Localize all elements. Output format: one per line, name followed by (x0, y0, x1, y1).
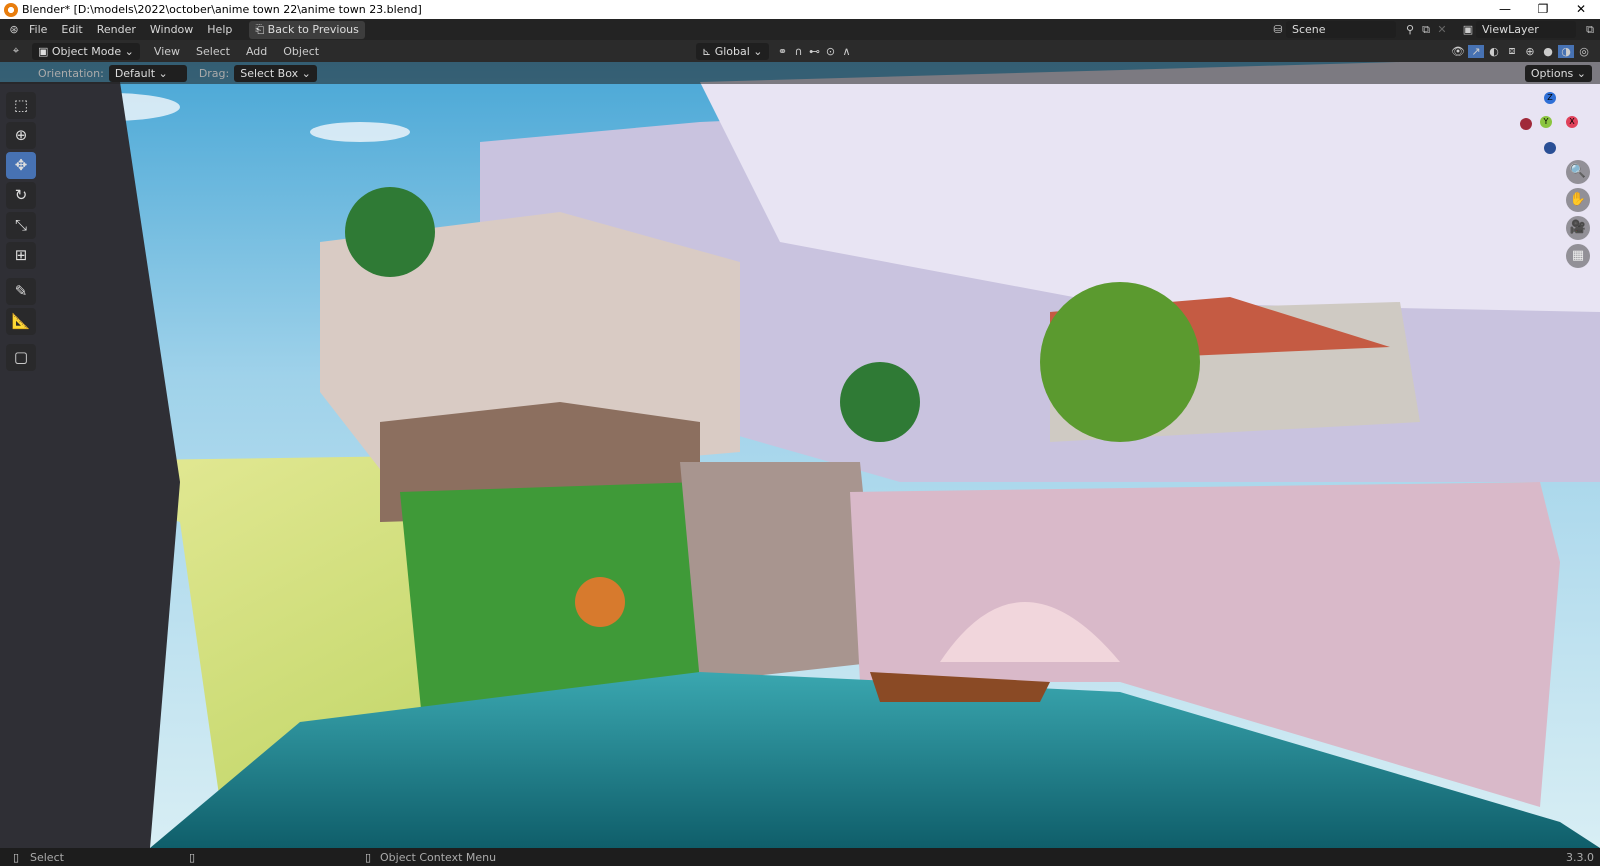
proportional-edit-icon[interactable]: ⊙ (823, 45, 839, 58)
measure-icon[interactable]: 📐 (6, 308, 36, 335)
select-box-icon[interactable]: ⬚ (6, 92, 36, 119)
drag-label: Drag: (198, 66, 230, 80)
drag-value: Select Box (240, 66, 299, 80)
pin-icon[interactable]: ⚲ (1402, 23, 1418, 36)
object-mode-icon: ▣ (38, 44, 52, 58)
menu-file[interactable]: File (22, 23, 54, 36)
orientation-label: Global (714, 44, 750, 58)
menu-add[interactable]: Add (238, 45, 275, 58)
menu-select[interactable]: Select (188, 45, 238, 58)
rendered-shading-icon[interactable]: ◎ (1576, 45, 1592, 58)
minimize-button[interactable]: — (1486, 0, 1524, 19)
mode-dropdown[interactable]: ▣ Object Mode ⌄ (32, 42, 140, 60)
version-label: 3.3.0 (1566, 850, 1594, 864)
menu-edit[interactable]: Edit (54, 23, 89, 36)
tool-shelf: ⬚ ⊕ ✥ ↻ ⤡ ⊞ ✎ 📐 ▢ (6, 92, 40, 371)
zoom-icon[interactable]: 🔍 (1566, 160, 1590, 184)
transform-icon[interactable]: ⊞ (6, 242, 36, 269)
gizmo-y-axis[interactable]: Y (1540, 116, 1552, 128)
menu-render[interactable]: Render (90, 23, 143, 36)
viewport-header: ⌖ ▣ Object Mode ⌄ View Select Add Object… (0, 40, 1600, 62)
options-label: Options (1530, 66, 1574, 80)
back-to-previous-button[interactable]: ⎗ Back to Previous (249, 20, 365, 39)
mouse-left-icon: ▯ (12, 850, 20, 864)
gizmo-z-axis[interactable]: Z (1544, 92, 1556, 104)
orientation-icon: ⊾ (702, 44, 715, 58)
visibility-icon[interactable]: 👁 (1450, 45, 1466, 58)
status-select: Select (30, 850, 64, 864)
view-layer-icon[interactable]: ▣ (1460, 23, 1476, 36)
mode-label: Object Mode (51, 44, 122, 58)
view-layer-field[interactable]: ViewLayer (1476, 21, 1576, 38)
mouse-right-icon: ▯ (364, 850, 372, 864)
scene-icon[interactable]: ⛁ (1270, 23, 1286, 36)
options-dropdown[interactable]: Options ⌄ (1524, 64, 1592, 82)
menu-bar: ⊛ File Edit Render Window Help ⎗ Back to… (0, 19, 1600, 40)
falloff-icon[interactable]: ∧ (839, 45, 855, 58)
xray-icon[interactable]: ⧈ (1504, 44, 1520, 58)
solid-shading-icon[interactable]: ● (1540, 45, 1556, 58)
status-context-menu: Object Context Menu (380, 850, 497, 864)
3d-viewport[interactable] (0, 62, 1600, 848)
tool-settings-bar: Orientation: Default ⌄ Drag: Select Box … (0, 62, 1600, 84)
scale-icon[interactable]: ⤡ (6, 212, 36, 239)
perspective-grid-icon[interactable]: ▦ (1566, 244, 1590, 268)
gizmo-toggle-icon[interactable]: ↗ (1468, 44, 1484, 58)
cursor-icon[interactable]: ⊕ (6, 122, 36, 149)
scene-field[interactable]: Scene (1286, 21, 1396, 38)
scene-render (0, 62, 1600, 848)
annotate-icon[interactable]: ✎ (6, 278, 36, 305)
pivot-icon[interactable]: ⚭ (775, 45, 791, 58)
new-scene-icon[interactable]: ⧉ (1418, 23, 1434, 37)
orientation-label: Orientation: (38, 66, 104, 80)
back-icon: ⎗ (255, 22, 268, 36)
new-view-layer-icon[interactable]: ⧉ (1582, 23, 1598, 37)
viewport-nav-buttons: 🔍 ✋ 🎥 ▦ (1566, 160, 1590, 268)
snap-increment-icon[interactable]: ⊷ (807, 45, 823, 58)
gizmo-neg-z[interactable] (1544, 142, 1556, 154)
menu-view[interactable]: View (146, 45, 188, 58)
navigation-gizmo[interactable]: Z X Y (1520, 92, 1580, 157)
gizmo-neg-x[interactable] (1520, 118, 1532, 130)
close-button[interactable]: ✕ (1562, 0, 1600, 19)
status-bar: ▯ Select ▯ ▯ Object Context Menu 3.3.0 (0, 848, 1600, 866)
gizmo-x-axis[interactable]: X (1566, 116, 1578, 128)
move-icon[interactable]: ✥ (6, 152, 36, 179)
restore-button[interactable]: ❐ (1524, 0, 1562, 19)
snap-icon[interactable]: ∩ (791, 45, 807, 58)
blender-logo-icon (4, 2, 18, 17)
back-label: Back to Previous (267, 22, 359, 36)
camera-icon[interactable]: 🎥 (1566, 216, 1590, 240)
title-bar: Blender* [D:\models\2022\october\anime t… (0, 0, 1600, 19)
delete-scene-icon[interactable]: ✕ (1434, 23, 1450, 36)
blender-menu-icon[interactable]: ⊛ (6, 23, 22, 36)
orientation-dropdown[interactable]: Default ⌄ (108, 64, 187, 82)
window-title: Blender* [D:\models\2022\october\anime t… (22, 3, 422, 16)
overlay-icon[interactable]: ◐ (1486, 45, 1502, 58)
rotate-icon[interactable]: ↻ (6, 182, 36, 209)
pan-hand-icon[interactable]: ✋ (1566, 188, 1590, 212)
wireframe-shading-icon[interactable]: ⊕ (1522, 45, 1538, 58)
drag-dropdown[interactable]: Select Box ⌄ (234, 64, 317, 82)
menu-help[interactable]: Help (200, 23, 239, 36)
add-cube-icon[interactable]: ▢ (6, 344, 36, 371)
menu-object[interactable]: Object (275, 45, 327, 58)
editor-type-icon[interactable]: ⌖ (8, 44, 24, 58)
mouse-middle-icon: ▯ (188, 850, 196, 864)
menu-window[interactable]: Window (143, 23, 200, 36)
material-shading-icon[interactable]: ◑ (1558, 44, 1574, 58)
orientation-value: Default (114, 66, 156, 80)
transform-orientation-dropdown[interactable]: ⊾ Global ⌄ (696, 42, 769, 60)
